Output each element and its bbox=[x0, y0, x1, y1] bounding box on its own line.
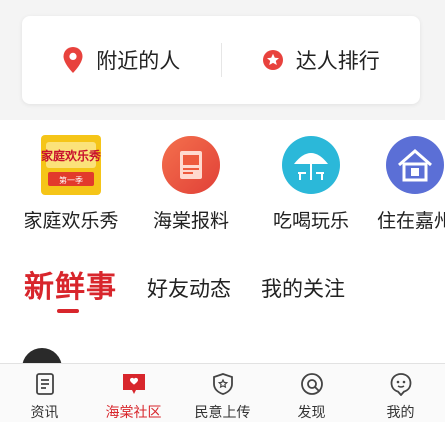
shortcut-label: 海棠报料 bbox=[152, 211, 229, 232]
profile-face-icon bbox=[388, 371, 414, 397]
family-show-icon: 家庭欢乐秀 第一季 bbox=[40, 134, 102, 196]
nav-label: 海棠社区 bbox=[105, 404, 162, 420]
expert-ranking-label: 达人排行 bbox=[295, 50, 380, 73]
shortcut-label: 住在嘉州 bbox=[376, 211, 445, 232]
nav-label: 民意上传 bbox=[194, 404, 251, 420]
shortcut-label: 家庭欢乐秀 bbox=[23, 211, 119, 232]
quick-actions-card: 附近的人 达人排行 bbox=[22, 16, 420, 104]
nearby-people-button[interactable]: 附近的人 bbox=[22, 16, 221, 104]
nav-news[interactable]: 资讯 bbox=[0, 364, 89, 422]
nav-label: 资讯 bbox=[30, 404, 59, 420]
nav-opinion-upload[interactable]: 民意上传 bbox=[178, 364, 267, 422]
family-show-logo-sub: 第一季 bbox=[59, 175, 83, 185]
nav-discover[interactable]: 发现 bbox=[267, 364, 356, 422]
opinion-shield-icon bbox=[210, 371, 236, 397]
nearby-people-label: 附近的人 bbox=[96, 50, 181, 73]
news-icon bbox=[32, 371, 58, 397]
star-badge-icon bbox=[262, 50, 283, 70]
family-show-logo-text: 家庭欢乐秀 bbox=[41, 148, 102, 163]
shortcut-news-tip[interactable]: 海棠报料 bbox=[136, 134, 246, 233]
house-icon bbox=[384, 134, 445, 196]
feed-section: 新鲜事 好友动态 我的关注 bbox=[0, 248, 445, 388]
tab-my-following[interactable]: 我的关注 bbox=[261, 273, 345, 306]
active-tab-indicator bbox=[57, 309, 79, 313]
leisure-umbrella-icon bbox=[280, 134, 342, 196]
expert-ranking-button[interactable]: 达人排行 bbox=[222, 16, 421, 104]
shortcut-row: 家庭欢乐秀 第一季 家庭欢乐秀 海棠报料 吃喝玩乐 住在嘉州 bbox=[0, 120, 445, 248]
shortcut-family-show[interactable]: 家庭欢乐秀 第一季 家庭欢乐秀 bbox=[16, 134, 126, 233]
shortcut-housing[interactable]: 住在嘉州 bbox=[360, 134, 445, 233]
tab-fresh-news[interactable]: 新鲜事 bbox=[24, 262, 117, 306]
nav-label: 发现 bbox=[297, 404, 326, 420]
nav-community[interactable]: 海棠社区 bbox=[89, 364, 178, 422]
shortcut-label: 吃喝玩乐 bbox=[272, 211, 349, 232]
tab-friends-activity[interactable]: 好友动态 bbox=[147, 273, 231, 306]
discover-icon bbox=[299, 371, 325, 397]
app-screen: 附近的人 达人排行 家庭欢乐秀 第一季 家庭欢乐秀 海棠报料 吃喝玩乐 住在嘉州… bbox=[0, 0, 445, 422]
community-icon bbox=[121, 371, 147, 397]
nav-label: 我的 bbox=[386, 404, 415, 420]
bottom-nav: 资讯 海棠社区 民意上传 发现 我的 bbox=[0, 363, 445, 422]
feed-tabs: 新鲜事 好友动态 我的关注 bbox=[24, 262, 345, 306]
news-tip-icon bbox=[160, 134, 222, 196]
shortcut-leisure[interactable]: 吃喝玩乐 bbox=[256, 134, 366, 233]
location-pin-icon bbox=[63, 47, 83, 73]
nav-profile[interactable]: 我的 bbox=[356, 364, 445, 422]
